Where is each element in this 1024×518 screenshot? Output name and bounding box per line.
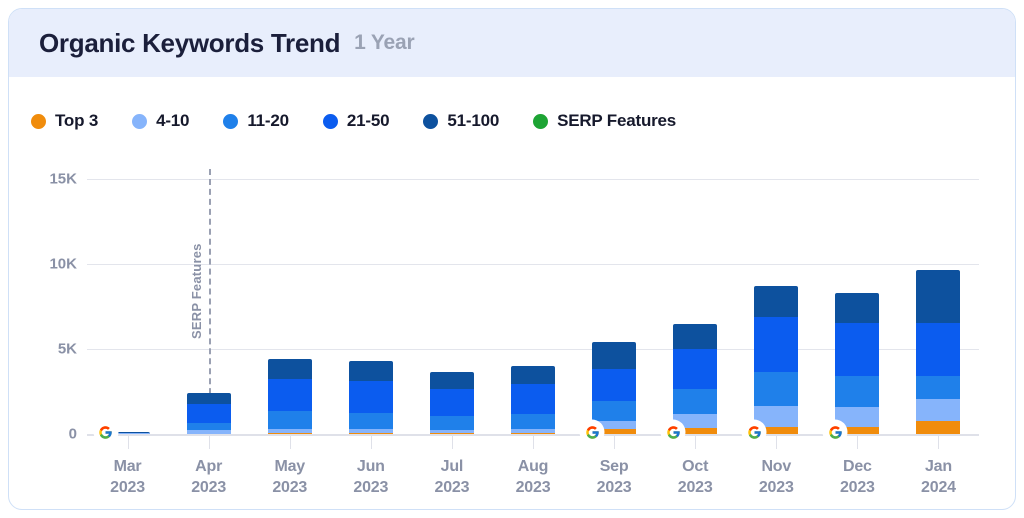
bar-segment — [835, 323, 880, 376]
bar-column[interactable] — [267, 359, 312, 434]
x-axis-month: Jan — [924, 458, 952, 475]
x-axis-tick — [695, 436, 697, 449]
bar-column[interactable] — [592, 342, 637, 434]
bar-column[interactable] — [835, 292, 880, 434]
bar-segment — [511, 366, 555, 384]
bar-segment — [511, 413, 555, 429]
bar-segment — [267, 359, 312, 379]
period-label: 1 Year — [354, 31, 415, 54]
bar-segment — [916, 421, 961, 434]
bar-segment — [267, 410, 312, 430]
x-axis-tick — [857, 436, 859, 449]
bar-segment — [673, 323, 718, 350]
x-axis-tick — [370, 436, 372, 449]
legend-label: 21-50 — [346, 111, 390, 130]
legend-label: SERP Features — [557, 111, 677, 130]
bar-segment — [592, 401, 637, 422]
legend-label: 51-100 — [447, 111, 500, 130]
x-axis-tick — [451, 436, 453, 449]
bar-segment — [916, 269, 961, 323]
legend-item[interactable]: 21-50 — [322, 111, 390, 131]
bar-segment — [267, 378, 312, 411]
bar-segment — [673, 389, 718, 415]
legend-item[interactable]: 4-10 — [132, 111, 190, 131]
legend-swatch-icon — [31, 113, 46, 129]
x-axis-tick — [533, 436, 534, 449]
bar-segment — [348, 433, 393, 434]
gridline — [87, 179, 979, 180]
x-axis-tick — [208, 436, 210, 449]
y-axis-tick-label: 10K — [49, 255, 77, 273]
bar-segment — [754, 317, 799, 372]
bar-segment — [916, 375, 961, 400]
bar-segment — [916, 399, 961, 422]
y-axis-tick-label: 5K — [57, 340, 77, 358]
bar-column[interactable] — [673, 323, 718, 434]
legend-item[interactable]: 11-20 — [223, 111, 289, 131]
bar-column[interactable] — [429, 371, 474, 434]
google-update-icon[interactable] — [94, 421, 117, 443]
legend-item[interactable]: SERP Features — [533, 111, 676, 131]
serp-features-annotation-label: SERP Features — [188, 243, 204, 339]
y-axis-tick-label: 0 — [68, 425, 77, 443]
bar-column[interactable] — [754, 286, 799, 434]
legend-item[interactable]: Top 3 — [31, 111, 98, 131]
x-axis-year: 2024 — [921, 479, 956, 496]
bar-segment — [348, 360, 393, 381]
chart-plot-area: 15K 10K 5K 0 SERP Features Mar 2023 Apr 2023 May 2… — [9, 149, 1015, 509]
legend-swatch-icon — [322, 113, 338, 129]
bar-segment — [267, 433, 312, 434]
bar-segment — [429, 433, 474, 434]
bar-segment — [754, 371, 799, 406]
legend-swatch-icon — [132, 113, 148, 129]
card-header: Organic Keywords Trend 1 Year — [9, 9, 1015, 77]
bar-segment — [429, 388, 474, 416]
legend-label: 11-20 — [247, 111, 289, 130]
x-axis-tick — [289, 436, 291, 449]
bar-segment — [835, 375, 880, 407]
google-update-icon[interactable] — [743, 421, 766, 443]
bar-column[interactable] — [186, 392, 231, 434]
bar-segment — [916, 322, 961, 376]
google-update-icon[interactable] — [824, 421, 847, 443]
x-axis-tick — [776, 436, 778, 449]
bar-segment — [835, 292, 880, 323]
bar-segment — [186, 392, 231, 404]
y-axis-tick-label: 15K — [49, 170, 77, 188]
bar-segment — [186, 404, 231, 424]
legend-label: 4-10 — [156, 111, 190, 130]
x-axis-tick — [127, 436, 129, 449]
legend-label: Top 3 — [55, 111, 99, 130]
bar-column[interactable] — [511, 366, 555, 434]
bar-segment — [511, 383, 555, 414]
legend-swatch-icon — [533, 113, 549, 129]
chart-legend: Top 3 4-10 11-20 21-50 51-100 SERP Features — [31, 101, 710, 141]
x-axis-tick-label: Jan 2024 — [883, 456, 993, 498]
google-update-icon[interactable] — [662, 421, 685, 443]
x-axis-tick — [938, 436, 940, 449]
legend-swatch-icon — [423, 113, 439, 129]
bar-segment — [592, 342, 637, 370]
bar-segment — [511, 433, 555, 434]
bar-segment — [348, 412, 393, 430]
bar-segment — [754, 286, 799, 318]
page-title: Organic Keywords Trend — [39, 27, 341, 58]
google-update-icon[interactable] — [581, 421, 604, 443]
bar-column[interactable] — [348, 360, 393, 434]
organic-keywords-trend-card: Organic Keywords Trend 1 Year Top 3 4-10 1… — [8, 8, 1016, 510]
legend-item[interactable]: 51-100 — [423, 111, 499, 131]
bar-column[interactable] — [916, 269, 961, 434]
bar-segment — [429, 415, 474, 430]
bar-segment — [348, 380, 393, 413]
bar-segment — [673, 349, 718, 390]
legend-swatch-icon — [223, 113, 239, 129]
gridline — [87, 264, 979, 265]
bar-segment — [592, 369, 637, 402]
x-axis-tick — [614, 436, 616, 449]
bar-segment — [429, 371, 474, 389]
bar-segment — [186, 423, 231, 430]
